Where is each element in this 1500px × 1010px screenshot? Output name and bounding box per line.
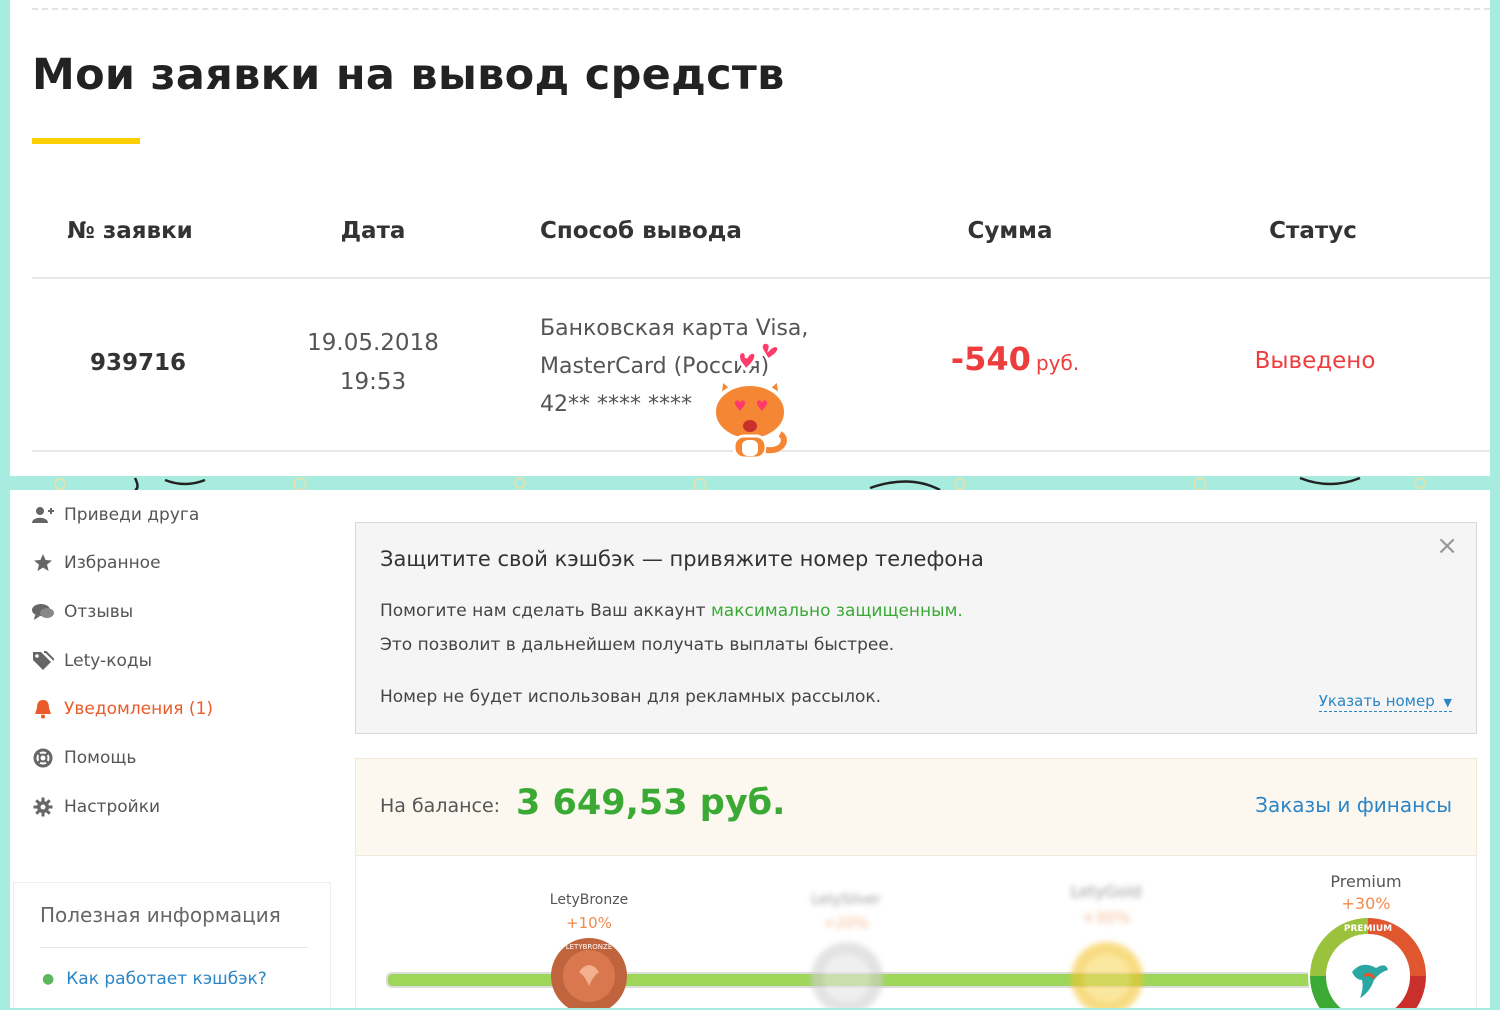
sidebar-item-settings[interactable]: Настройки — [32, 792, 160, 822]
alert-line-2: Это позволит в дальнейшем получать выпла… — [380, 635, 895, 655]
header-status: Статус — [1269, 218, 1357, 244]
header-method: Способ вывода — [540, 218, 742, 244]
header-number: № заявки — [67, 218, 193, 244]
header-sum: Сумма — [967, 218, 1053, 244]
sidebar-item-label: Настройки — [64, 797, 161, 817]
sidebar-item-reviews[interactable]: Отзывы — [32, 597, 133, 627]
alert-line-3: Номер не будет использован для рекламных… — [380, 687, 882, 707]
cat-sticker-icon — [712, 340, 788, 460]
sidebar-item-label: Избранное — [64, 553, 161, 573]
level-premium-bonus: +30% — [1341, 894, 1391, 913]
divider — [40, 947, 308, 948]
alert-highlight-link[interactable]: максимально защищенным. — [711, 601, 963, 621]
add-phone-label: Указать номер — [1318, 692, 1435, 710]
lifebuoy-icon — [32, 747, 54, 769]
page-title: Мои заявки на вывод средств — [32, 50, 785, 100]
dashed-divider — [32, 8, 1490, 10]
add-user-icon — [32, 504, 54, 526]
add-phone-link[interactable]: Указать номер ▼ — [1318, 692, 1452, 712]
request-number: 939716 — [89, 350, 187, 376]
doodle-divider — [54, 476, 1426, 490]
header-date: Дата — [340, 218, 406, 244]
sidebar-item-label: Помощь — [64, 748, 137, 768]
chat-icon — [32, 601, 54, 623]
level-gold-name: LetyGold — [1070, 882, 1142, 901]
useful-info-box: Полезная информация ● Как работает кэшбэ… — [13, 882, 331, 1008]
alert-text: Помогите нам сделать Ваш аккаунт — [380, 601, 711, 621]
request-time: 19:53 — [339, 369, 407, 395]
tag-icon — [32, 650, 54, 672]
sidebar-item-label: Отзывы — [64, 602, 134, 622]
level-gold-bonus: +30% — [1081, 908, 1131, 927]
balance-bar: На балансе: 3 649,53 руб. Заказы и финан… — [355, 758, 1477, 856]
caret-down-icon: ▼ — [1443, 696, 1452, 709]
level-bronze-name: LetyBronze — [549, 892, 629, 908]
alert-title: Защитите свой кэшбэк — привяжите номер т… — [380, 547, 984, 571]
sidebar-item-label: Lety-коды — [64, 651, 153, 671]
premium-badge-icon: PREMIUM — [1308, 916, 1428, 1008]
sidebar-item-label: Уведомления (1) — [64, 699, 214, 719]
level-bronze-bonus: +10% — [566, 914, 612, 932]
level-silver-name: LetySilver — [811, 892, 881, 908]
useful-info-title: Полезная информация — [40, 903, 281, 927]
sidebar-item-lety-codes[interactable]: Lety-коды — [32, 646, 152, 676]
balance-value: 3 649,53 руб. — [516, 783, 786, 823]
account-panel: Приведи друга Избранное Отзывы Lety-коды… — [10, 490, 1490, 1008]
gold-badge-icon — [1071, 942, 1143, 1008]
bullet-icon: ● — [42, 971, 55, 987]
level-silver-bonus: +20% — [823, 914, 869, 932]
gear-icon — [32, 796, 54, 818]
sidebar-item-label: Приведи друга — [64, 505, 200, 525]
balance-label: На балансе: — [380, 795, 501, 817]
phone-alert: Защитите свой кэшбэк — привяжите номер т… — [355, 522, 1477, 734]
withdrawals-panel: Мои заявки на вывод средств № заявки Дат… — [10, 0, 1490, 476]
close-icon[interactable]: × — [1436, 531, 1458, 561]
how-cashback-works-link[interactable]: ● Как работает кэшбэк? — [42, 969, 267, 989]
request-date: 19.05.2018 — [307, 330, 439, 356]
bronze-badge-icon: LETYBRONZE — [551, 938, 627, 1008]
silver-badge-icon — [811, 942, 883, 1008]
sum-value: -540 — [950, 340, 1031, 378]
status-badge: Выведено — [1254, 348, 1376, 374]
premium-badge-text: PREMIUM — [1344, 924, 1392, 934]
sum-unit: руб. — [1035, 351, 1080, 375]
sidebar-item-help[interactable]: Помощь — [32, 743, 136, 773]
sidebar-item-notifications[interactable]: Уведомления (1) — [32, 694, 213, 724]
loyalty-levels: LetyBronze +10% LetySilver +20% LetyGold… — [355, 854, 1477, 1008]
bronze-badge-text: LETYBRONZE — [566, 943, 613, 951]
alert-line-1: Помогите нам сделать Ваш аккаунт максима… — [380, 601, 963, 621]
sidebar-item-favorites[interactable]: Избранное — [32, 548, 161, 578]
orders-finances-link[interactable]: Заказы и финансы — [1255, 793, 1452, 817]
link-label: Как работает кэшбэк? — [66, 969, 267, 989]
title-underline — [32, 138, 140, 144]
header-divider — [32, 277, 1490, 279]
request-sum: -540 руб. — [930, 340, 1100, 378]
level-progress-track — [386, 972, 1390, 988]
star-icon — [32, 552, 54, 574]
bell-icon — [32, 698, 54, 720]
sidebar-item-invite[interactable]: Приведи друга — [32, 500, 199, 530]
level-premium-name: Premium — [1330, 872, 1402, 891]
